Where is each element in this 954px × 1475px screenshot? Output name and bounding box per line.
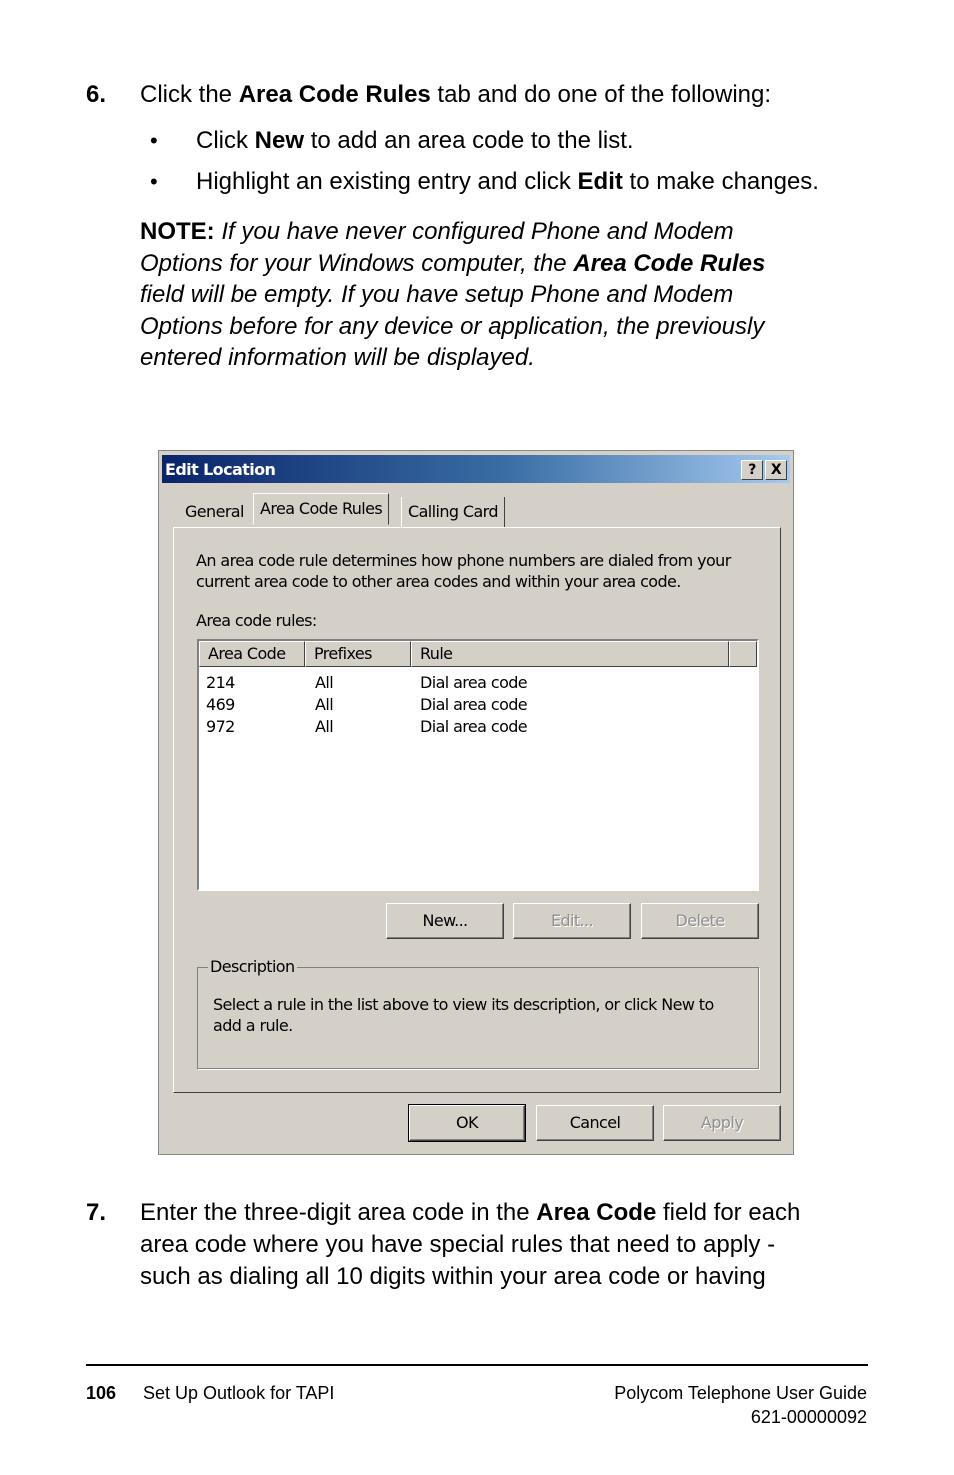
bullet-item-new: Click New to add an area code to the lis… <box>196 125 634 157</box>
description-text: Select a rule in the list above to view … <box>213 994 714 1036</box>
dialog-title: Edit Location <box>165 460 276 479</box>
bullet-text: to add an area code to the list. <box>304 127 634 154</box>
column-header-prefixes[interactable]: Prefixes <box>305 641 411 667</box>
section-title: Set Up Outlook for TAPI <box>143 1383 335 1403</box>
step-7-number: 7. <box>86 1199 107 1226</box>
bullet-icon: • <box>150 128 158 153</box>
cancel-button[interactable]: Cancel <box>536 1105 654 1141</box>
description-line: Select a rule in the list above to view … <box>213 995 714 1014</box>
cell-prefixes: All <box>315 673 334 692</box>
description-groupbox: Description Select a rule in the list ab… <box>197 957 759 1069</box>
apply-button[interactable]: Apply <box>663 1105 781 1141</box>
bullet-text-bold: Edit <box>577 168 623 195</box>
step-text: tab and do one of the following: <box>430 81 772 108</box>
step-text-bold: Area Code Rules <box>238 81 431 108</box>
intro-text: An area code rule determines how phone n… <box>196 550 731 592</box>
edit-button[interactable]: Edit... <box>513 903 631 939</box>
description-line: add a rule. <box>213 1016 293 1035</box>
delete-button[interactable]: Delete <box>641 903 759 939</box>
note-line: entered information will be displayed. <box>140 344 535 371</box>
step-6-number: 6. <box>86 81 107 108</box>
new-button[interactable]: New... <box>386 903 504 939</box>
edit-location-dialog: Edit Location ? X General Area Code Rule… <box>158 450 794 1155</box>
bullet-text-bold: New <box>254 127 305 154</box>
close-icon[interactable]: X <box>765 460 787 480</box>
dialog-titlebar: Edit Location ? X <box>162 455 790 483</box>
cell-area-code: 214 <box>206 673 235 692</box>
description-label: Description <box>208 957 297 976</box>
bullet-text: to make changes. <box>622 168 819 195</box>
step-text-bold: Area Code <box>536 1199 657 1226</box>
note-line: Options for your Windows computer, the A… <box>140 248 765 280</box>
step-line: Enter the three-digit area code in the A… <box>140 1197 800 1229</box>
cell-rule: Dial area code <box>420 673 528 692</box>
bullet-text: Click <box>196 127 255 154</box>
area-code-rules-list[interactable]: Area Code Prefixes Rule 214 All Dial are… <box>197 639 759 891</box>
note-text-bold: Area Code Rules <box>573 249 766 277</box>
step-text: Enter the three-digit area code in the <box>140 1199 537 1226</box>
tab-general[interactable]: General <box>179 497 250 527</box>
note-label: NOTE: <box>140 218 215 245</box>
cell-rule: Dial area code <box>420 695 528 714</box>
page-number: 106 <box>86 1383 117 1403</box>
ok-button[interactable]: OK <box>408 1104 526 1142</box>
column-header-filler <box>729 641 757 667</box>
cell-prefixes: All <box>315 695 334 714</box>
tab-calling-card[interactable]: Calling Card <box>401 497 505 527</box>
note-line: Options before for any device or applica… <box>140 312 765 340</box>
document-number: 621-00000092 <box>750 1407 867 1427</box>
cell-area-code: 972 <box>206 717 235 736</box>
note-line: field will be empty. If you have setup P… <box>140 281 734 308</box>
help-icon[interactable]: ? <box>741 460 763 480</box>
step-7-text: Enter the three-digit area code in the A… <box>140 1197 800 1293</box>
list-label: Area code rules: <box>196 611 317 630</box>
bullet-item-edit: Highlight an existing entry and click Ed… <box>196 166 819 198</box>
step-text: Click the <box>140 81 239 108</box>
bullet-icon: • <box>150 169 158 194</box>
note-text: If you have never configured Phone and M… <box>214 218 734 245</box>
footer-divider <box>86 1364 868 1366</box>
step-line: such as dialing all 10 digits within you… <box>140 1263 766 1290</box>
step-6-text: Click the Area Code Rules tab and do one… <box>140 79 771 111</box>
column-header-area-code[interactable]: Area Code <box>199 641 305 667</box>
tab-area-code-rules[interactable]: Area Code Rules <box>253 493 390 525</box>
cell-prefixes: All <box>315 717 334 736</box>
note-block: NOTE: If you have never configured Phone… <box>140 216 765 374</box>
cell-area-code: 469 <box>206 695 235 714</box>
note-text: Options for your Windows computer, the <box>140 249 574 277</box>
step-line: area code where you have special rules t… <box>140 1231 776 1258</box>
note-line: NOTE: If you have never configured Phone… <box>140 216 765 248</box>
intro-line: current area code to other area codes an… <box>196 572 681 591</box>
bullet-text: Highlight an existing entry and click <box>196 168 578 195</box>
step-text: field for each <box>656 1199 801 1226</box>
column-header-rule[interactable]: Rule <box>411 641 729 667</box>
guide-title: Polycom Telephone User Guide <box>614 1383 867 1403</box>
intro-line: An area code rule determines how phone n… <box>196 551 731 570</box>
cell-rule: Dial area code <box>420 717 528 736</box>
